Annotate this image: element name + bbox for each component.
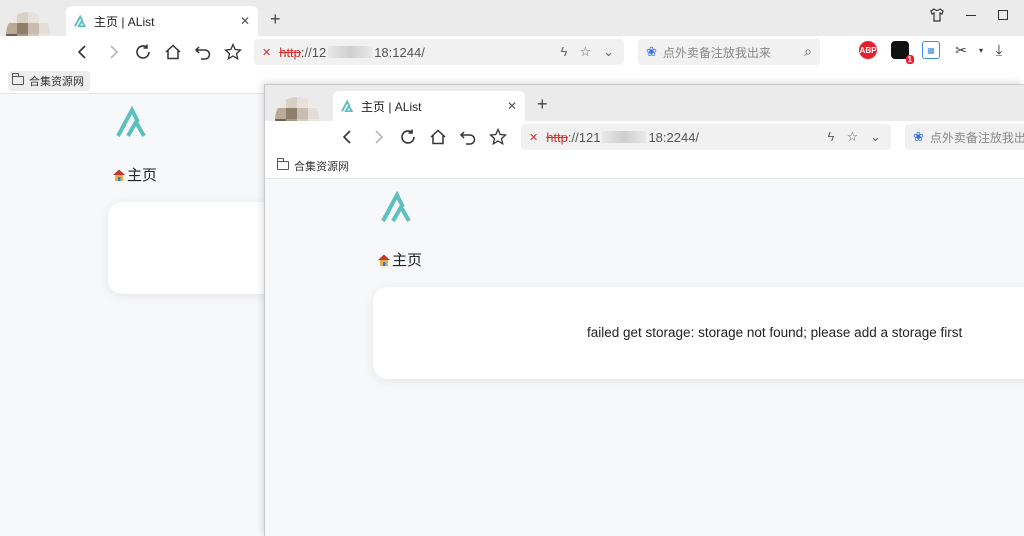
tab-title: 主页 | AList xyxy=(94,14,155,29)
breadcrumb-home-label: 主页 xyxy=(127,167,158,184)
browser-window-front: 主页 | AList ✕ + ✕ http ://121 18:2244/ ϟ … xyxy=(264,84,1024,536)
bookmark-label: 合集资源网 xyxy=(29,75,84,88)
insecure-icon: ✕ xyxy=(529,131,539,144)
address-bar[interactable]: ✕ http ://12 18:1244/ ϟ ☆ ⌄ xyxy=(254,39,624,65)
page-content: 主页 failed get storage: storage not found… xyxy=(265,179,1024,536)
chevron-down-icon[interactable]: ⌄ xyxy=(603,44,614,60)
breadcrumb-home[interactable]: 主页 xyxy=(377,249,422,270)
forward-button[interactable] xyxy=(369,128,387,146)
tab-strip: 主页 | AList ✕ + xyxy=(0,0,1024,56)
alist-logo-icon[interactable] xyxy=(381,191,417,223)
tab-title: 主页 | AList xyxy=(361,99,422,114)
search-box[interactable]: ❀ 点外卖备注放我出 xyxy=(905,124,1024,150)
windows-ext-icon[interactable] xyxy=(830,42,846,58)
alist-logo-icon xyxy=(74,15,87,27)
url-suffix: 18:2244/ xyxy=(648,129,700,145)
back-button[interactable] xyxy=(74,43,92,61)
breadcrumb-home[interactable]: 主页 xyxy=(112,164,157,185)
home-button[interactable] xyxy=(429,128,447,146)
alist-logo-icon[interactable] xyxy=(116,106,152,138)
breadcrumb-home-label: 主页 xyxy=(392,252,423,269)
bookmark-star-button[interactable] xyxy=(489,128,507,146)
favorite-star-icon[interactable]: ☆ xyxy=(579,44,591,60)
undo-close-button[interactable] xyxy=(459,128,477,146)
reload-button[interactable] xyxy=(399,128,417,146)
new-tab-button[interactable]: + xyxy=(270,8,281,30)
search-box[interactable]: ❀ 点外卖备注放我出来 ⌕ xyxy=(638,39,820,65)
error-card: failed get storage: storage not found; p… xyxy=(373,287,1024,379)
bookmark-star-button[interactable] xyxy=(224,43,242,61)
baidu-paw-icon: ❀ xyxy=(913,129,924,144)
search-placeholder: 点外卖备注放我出 xyxy=(929,130,1024,145)
folder-icon xyxy=(277,158,289,170)
tab-strip: 主页 | AList ✕ + xyxy=(265,85,1024,141)
scissors-icon[interactable]: ✂ xyxy=(952,41,970,59)
adblock-icon[interactable]: ABP xyxy=(859,41,877,59)
redacted-ip-mask xyxy=(602,131,647,143)
url-suffix: 18:1244/ xyxy=(374,44,425,60)
bookmark-folder[interactable]: 合集资源网 xyxy=(273,156,355,176)
minimize-icon[interactable] xyxy=(966,14,976,16)
house-icon xyxy=(378,254,390,266)
maximize-icon[interactable] xyxy=(998,10,1008,20)
forward-button[interactable] xyxy=(104,43,122,61)
lightning-icon[interactable]: ϟ xyxy=(561,44,568,60)
navigation-bar: ✕ http ://121 18:2244/ ϟ ☆ ⌄ ❀ 点外卖备注放我出 xyxy=(265,121,1024,153)
bookmarks-bar: 合集资源网 xyxy=(265,153,1024,179)
grid-apps-icon[interactable]: ▦ xyxy=(922,41,940,59)
url-prefix: ://121 xyxy=(567,129,601,145)
tab-home[interactable]: 主页 | AList ✕ xyxy=(66,6,258,36)
extension-badge: 1 xyxy=(905,55,914,64)
scissors-dropdown-icon[interactable]: ▾ xyxy=(972,41,990,59)
chevron-down-icon[interactable]: ⌄ xyxy=(870,129,881,145)
baidu-paw-icon: ❀ xyxy=(646,44,657,59)
insecure-icon: ✕ xyxy=(262,46,272,59)
bookmark-folder[interactable]: 合集资源网 xyxy=(8,70,90,91)
redacted-ip-mask xyxy=(328,46,373,58)
window-controls xyxy=(930,8,1008,22)
navigation-bar: ✕ http ://12 18:1244/ ϟ ☆ ⌄ ❀ 点外卖备注放我出来 … xyxy=(0,36,1024,68)
shirt-icon[interactable] xyxy=(930,8,944,22)
undo-close-button[interactable] xyxy=(194,43,212,61)
lightning-icon[interactable]: ϟ xyxy=(828,129,835,145)
url-scheme: http xyxy=(279,44,301,60)
address-bar[interactable]: ✕ http ://121 18:2244/ ϟ ☆ ⌄ xyxy=(521,124,891,150)
new-tab-button[interactable]: + xyxy=(537,93,548,115)
alist-logo-icon xyxy=(341,100,354,112)
url-scheme: http xyxy=(546,129,568,145)
download-icon[interactable]: ⤓ xyxy=(990,41,1008,59)
extension-black-icon[interactable]: 1 xyxy=(891,41,914,64)
bookmark-label: 合集资源网 xyxy=(294,160,349,173)
folder-icon xyxy=(12,73,24,85)
tab-close-icon[interactable]: ✕ xyxy=(240,14,250,28)
error-message: failed get storage: storage not found; p… xyxy=(587,325,963,340)
search-placeholder: 点外卖备注放我出来 xyxy=(662,45,771,60)
favorite-star-icon[interactable]: ☆ xyxy=(846,129,858,145)
url-prefix: ://12 xyxy=(300,44,327,60)
reload-button[interactable] xyxy=(134,43,152,61)
tab-home[interactable]: 主页 | AList ✕ xyxy=(333,91,525,121)
home-button[interactable] xyxy=(164,43,182,61)
search-icon[interactable]: ⌕ xyxy=(804,43,812,60)
tab-close-icon[interactable]: ✕ xyxy=(507,99,517,113)
back-button[interactable] xyxy=(339,128,357,146)
house-icon xyxy=(113,169,125,181)
